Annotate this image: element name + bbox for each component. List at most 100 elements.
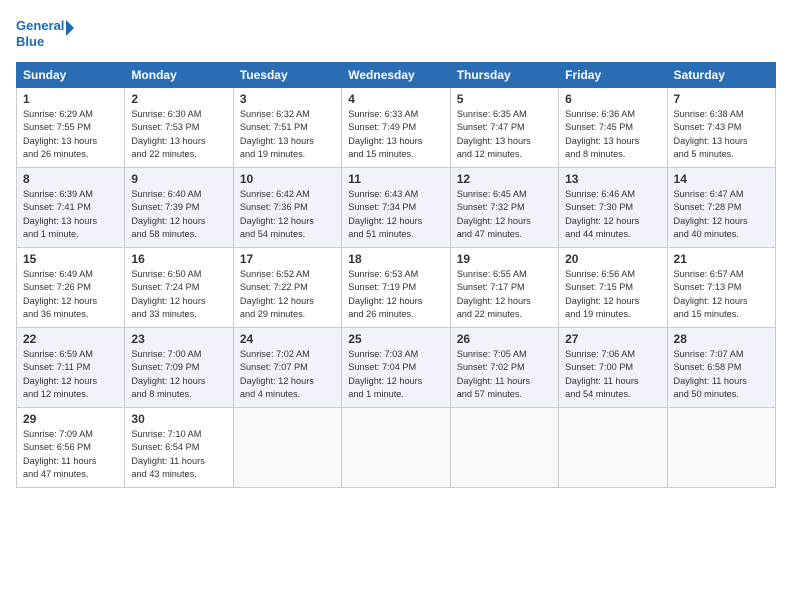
calendar-cell: 11 Sunrise: 6:43 AM Sunset: 7:34 PM Dayli…	[342, 168, 450, 248]
day-number: 30	[131, 412, 226, 426]
calendar-cell: 20Sunrise: 6:56 AM Sunset: 7:15 PM Dayli…	[559, 248, 667, 328]
day-info: Sunrise: 6:45 AM Sunset: 7:32 PM Dayligh…	[457, 188, 552, 241]
day-info: Sunrise: 6:43 AM Sunset: 7:34 PM Dayligh…	[348, 188, 443, 241]
day-number: 22	[23, 332, 118, 346]
day-number: 25	[348, 332, 443, 346]
day-number: 6	[565, 92, 660, 106]
calendar-cell: 17 Sunrise: 6:52 AM Sunset: 7:22 PM Dayli…	[233, 248, 341, 328]
calendar-cell: 1 Sunrise: 6:29 AM Sunset: 7:55 PM Daylig…	[17, 88, 125, 168]
day-info: Sunrise: 6:40 AM Sunset: 7:39 PM Dayligh…	[131, 188, 226, 241]
calendar-cell: 8 Sunrise: 6:39 AM Sunset: 7:41 PM Daylig…	[17, 168, 125, 248]
weekday-header: Sunday	[17, 63, 125, 88]
day-info: Sunrise: 7:00 AM Sunset: 7:09 PM Dayligh…	[131, 348, 226, 401]
calendar-week-row: 15 Sunrise: 6:49 AM Sunset: 7:26 PM Dayli…	[17, 248, 776, 328]
calendar-cell: 29 Sunrise: 7:09 AM Sunset: 6:56 PM Dayli…	[17, 408, 125, 488]
day-number: 1	[23, 92, 118, 106]
day-number: 2	[131, 92, 226, 106]
weekday-header: Saturday	[667, 63, 775, 88]
weekday-header-row: SundayMondayTuesdayWednesdayThursdayFrid…	[17, 63, 776, 88]
calendar-cell: 30 Sunrise: 7:10 AM Sunset: 6:54 PM Dayli…	[125, 408, 233, 488]
day-number: 29	[23, 412, 118, 426]
day-info: Sunrise: 6:29 AM Sunset: 7:55 PM Dayligh…	[23, 108, 118, 161]
day-number: 23	[131, 332, 226, 346]
day-info: Sunrise: 6:42 AM Sunset: 7:36 PM Dayligh…	[240, 188, 335, 241]
logo-svg: General Blue	[16, 16, 76, 52]
calendar-cell: 2 Sunrise: 6:30 AM Sunset: 7:53 PM Daylig…	[125, 88, 233, 168]
day-info: Sunrise: 6:30 AM Sunset: 7:53 PM Dayligh…	[131, 108, 226, 161]
calendar-cell: 18Sunrise: 6:53 AM Sunset: 7:19 PM Dayli…	[342, 248, 450, 328]
day-number: 9	[131, 172, 226, 186]
day-number: 19	[457, 252, 552, 266]
calendar: SundayMondayTuesdayWednesdayThursdayFrid…	[16, 62, 776, 488]
day-info: Sunrise: 6:46 AM Sunset: 7:30 PM Dayligh…	[565, 188, 660, 241]
calendar-week-row: 8 Sunrise: 6:39 AM Sunset: 7:41 PM Daylig…	[17, 168, 776, 248]
calendar-cell: 4Sunrise: 6:33 AM Sunset: 7:49 PM Daylig…	[342, 88, 450, 168]
calendar-cell	[450, 408, 558, 488]
day-number: 7	[674, 92, 769, 106]
calendar-cell: 15 Sunrise: 6:49 AM Sunset: 7:26 PM Dayli…	[17, 248, 125, 328]
weekday-header: Thursday	[450, 63, 558, 88]
calendar-cell: 13 Sunrise: 6:46 AM Sunset: 7:30 PM Dayli…	[559, 168, 667, 248]
calendar-week-row: 22 Sunrise: 6:59 AM Sunset: 7:11 PM Dayli…	[17, 328, 776, 408]
calendar-cell: 5 Sunrise: 6:35 AM Sunset: 7:47 PM Daylig…	[450, 88, 558, 168]
svg-text:Blue: Blue	[16, 34, 44, 49]
day-number: 8	[23, 172, 118, 186]
day-number: 26	[457, 332, 552, 346]
day-info: Sunrise: 6:49 AM Sunset: 7:26 PM Dayligh…	[23, 268, 118, 321]
calendar-cell: 25 Sunrise: 7:03 AM Sunset: 7:04 PM Dayli…	[342, 328, 450, 408]
day-number: 11	[348, 172, 443, 186]
day-info: Sunrise: 6:59 AM Sunset: 7:11 PM Dayligh…	[23, 348, 118, 401]
calendar-cell: 22 Sunrise: 6:59 AM Sunset: 7:11 PM Dayli…	[17, 328, 125, 408]
day-info: Sunrise: 6:39 AM Sunset: 7:41 PM Dayligh…	[23, 188, 118, 241]
day-info: Sunrise: 7:07 AM Sunset: 6:58 PM Dayligh…	[674, 348, 769, 401]
calendar-cell: 21Sunrise: 6:57 AM Sunset: 7:13 PM Dayli…	[667, 248, 775, 328]
day-number: 10	[240, 172, 335, 186]
weekday-header: Tuesday	[233, 63, 341, 88]
day-info: Sunrise: 7:09 AM Sunset: 6:56 PM Dayligh…	[23, 428, 118, 481]
day-info: Sunrise: 6:35 AM Sunset: 7:47 PM Dayligh…	[457, 108, 552, 161]
calendar-cell: 12Sunrise: 6:45 AM Sunset: 7:32 PM Dayli…	[450, 168, 558, 248]
logo: General Blue	[16, 16, 76, 52]
day-number: 27	[565, 332, 660, 346]
day-info: Sunrise: 6:57 AM Sunset: 7:13 PM Dayligh…	[674, 268, 769, 321]
calendar-cell: 28 Sunrise: 7:07 AM Sunset: 6:58 PM Dayli…	[667, 328, 775, 408]
day-number: 20	[565, 252, 660, 266]
day-number: 15	[23, 252, 118, 266]
day-number: 5	[457, 92, 552, 106]
day-info: Sunrise: 7:05 AM Sunset: 7:02 PM Dayligh…	[457, 348, 552, 401]
day-info: Sunrise: 6:55 AM Sunset: 7:17 PM Dayligh…	[457, 268, 552, 321]
calendar-cell: 14Sunrise: 6:47 AM Sunset: 7:28 PM Dayli…	[667, 168, 775, 248]
day-number: 17	[240, 252, 335, 266]
calendar-cell: 7 Sunrise: 6:38 AM Sunset: 7:43 PM Daylig…	[667, 88, 775, 168]
calendar-cell: 16Sunrise: 6:50 AM Sunset: 7:24 PM Dayli…	[125, 248, 233, 328]
day-number: 3	[240, 92, 335, 106]
day-info: Sunrise: 7:10 AM Sunset: 6:54 PM Dayligh…	[131, 428, 226, 481]
day-info: Sunrise: 7:03 AM Sunset: 7:04 PM Dayligh…	[348, 348, 443, 401]
day-info: Sunrise: 6:52 AM Sunset: 7:22 PM Dayligh…	[240, 268, 335, 321]
calendar-cell	[342, 408, 450, 488]
svg-text:General: General	[16, 18, 64, 33]
calendar-cell	[233, 408, 341, 488]
day-info: Sunrise: 6:32 AM Sunset: 7:51 PM Dayligh…	[240, 108, 335, 161]
calendar-cell: 26 Sunrise: 7:05 AM Sunset: 7:02 PM Dayli…	[450, 328, 558, 408]
calendar-cell: 3 Sunrise: 6:32 AM Sunset: 7:51 PM Daylig…	[233, 88, 341, 168]
calendar-cell	[667, 408, 775, 488]
day-number: 4	[348, 92, 443, 106]
day-info: Sunrise: 6:53 AM Sunset: 7:19 PM Dayligh…	[348, 268, 443, 321]
day-number: 13	[565, 172, 660, 186]
calendar-cell: 24Sunrise: 7:02 AM Sunset: 7:07 PM Dayli…	[233, 328, 341, 408]
page: General Blue SundayMondayTuesdayWednesda…	[0, 0, 792, 612]
header: General Blue	[16, 16, 776, 52]
calendar-week-row: 29 Sunrise: 7:09 AM Sunset: 6:56 PM Dayli…	[17, 408, 776, 488]
calendar-cell: 6Sunrise: 6:36 AM Sunset: 7:45 PM Daylig…	[559, 88, 667, 168]
calendar-cell: 19 Sunrise: 6:55 AM Sunset: 7:17 PM Dayli…	[450, 248, 558, 328]
day-number: 16	[131, 252, 226, 266]
day-info: Sunrise: 7:06 AM Sunset: 7:00 PM Dayligh…	[565, 348, 660, 401]
weekday-header: Wednesday	[342, 63, 450, 88]
calendar-cell: 27 Sunrise: 7:06 AM Sunset: 7:00 PM Dayli…	[559, 328, 667, 408]
weekday-header: Friday	[559, 63, 667, 88]
day-info: Sunrise: 6:38 AM Sunset: 7:43 PM Dayligh…	[674, 108, 769, 161]
calendar-week-row: 1 Sunrise: 6:29 AM Sunset: 7:55 PM Daylig…	[17, 88, 776, 168]
day-number: 28	[674, 332, 769, 346]
day-number: 14	[674, 172, 769, 186]
